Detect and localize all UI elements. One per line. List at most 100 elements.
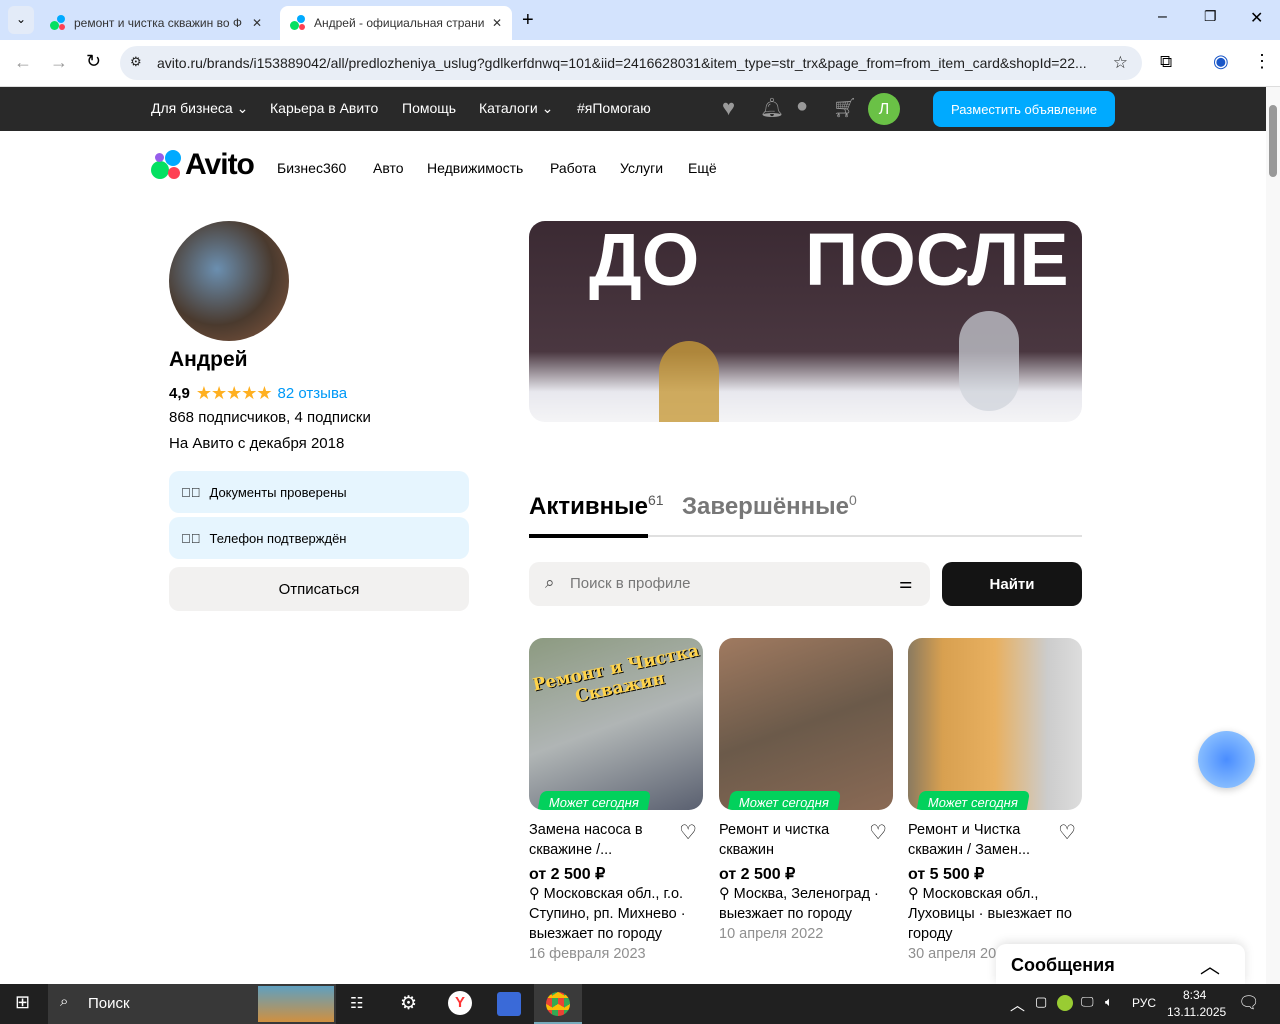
available-today-badge: Может сегодня — [726, 791, 842, 810]
tray-chevron-icon[interactable]: ︿ — [1010, 994, 1025, 1015]
listing-price: от 5 500 ₽ — [908, 866, 985, 883]
listing-title[interactable]: Замена насоса в скважине /... — [529, 820, 669, 860]
tab-list-button[interactable]: ⌄ — [8, 6, 34, 34]
dirty-water-image — [659, 341, 719, 422]
url-text: avito.ru/brands/i153889042/all/predlozhe… — [157, 55, 1087, 71]
tab-active[interactable]: Активные61 — [529, 492, 664, 521]
listing-card[interactable]: Может сегодня ♡ Ремонт и Чистка скважин … — [908, 638, 1082, 964]
close-tab-icon[interactable]: ✕ — [492, 16, 502, 30]
chrome-icon — [546, 992, 570, 1016]
listing-card[interactable]: Может сегодня ♡ Ремонт и чистка скважин … — [719, 638, 893, 944]
messages-label: Сообщения — [1011, 955, 1115, 975]
assistant-button[interactable] — [1198, 731, 1255, 788]
messages-icon[interactable]: ● — [796, 95, 808, 118]
listing-title[interactable]: Ремонт и Чистка скважин / Замен... — [908, 820, 1048, 860]
forward-icon[interactable]: → — [50, 52, 68, 73]
check-circle-icon: ✓⃝ — [181, 530, 201, 546]
scrollbar-thumb[interactable] — [1269, 105, 1277, 177]
menu-icon[interactable]: ⋮ — [1253, 51, 1271, 72]
profile-icon[interactable]: ◉ — [1213, 51, 1229, 72]
notifications-icon[interactable]: 🗨︎ — [1238, 993, 1260, 1013]
post-ad-button[interactable]: Разместить объявление — [933, 91, 1115, 127]
settings-icon[interactable]: ⚙ — [400, 992, 417, 1015]
listing-location: ⚲ Москва, Зеленоград · выезжает по город… — [719, 886, 879, 922]
category-realty[interactable]: Недвижимость — [427, 160, 523, 176]
clock-time[interactable]: 8:34 — [1183, 988, 1206, 1002]
listing-image[interactable]: Может сегодня — [719, 638, 893, 810]
tab-bar: ⌄ ремонт и чистка скважин во Ф ✕ Андрей … — [0, 0, 1280, 40]
listing-title[interactable]: Ремонт и чистка скважин — [719, 820, 859, 860]
tab-search[interactable]: ремонт и чистка скважин во Ф ✕ — [40, 6, 274, 40]
nav-career[interactable]: Карьера в Авито — [270, 100, 378, 116]
bookmark-star-icon[interactable]: ☆ — [1113, 53, 1128, 73]
listing-card[interactable]: Ремонт и Чистка Скважин Может сегодня ♡ … — [529, 638, 703, 964]
reload-icon[interactable]: ↻ — [86, 51, 101, 72]
notifications-bell-icon[interactable]: 🔔︎ — [760, 96, 784, 120]
chrome-taskbar-button[interactable] — [534, 984, 582, 1024]
volume-icon[interactable]: 🔈︎ — [1105, 994, 1113, 1010]
taskbar-search[interactable]: ⌕ Поиск — [48, 984, 336, 1024]
banner-after-text: ПОСЛЕ — [805, 221, 1069, 301]
nav-help[interactable]: Помощь — [402, 100, 456, 116]
subscribers-text: 868 подписчиков, 4 подписки — [169, 409, 371, 426]
avito-logo[interactable]: Avito — [151, 148, 255, 182]
tab-profile[interactable]: Андрей - официальная страни ✕ — [280, 6, 512, 40]
favorite-heart-icon[interactable]: ♡ — [869, 820, 887, 845]
extensions-icon[interactable]: ⧉ — [1160, 52, 1172, 72]
profile-search-input[interactable]: ⌕ Поиск в профиле ⚌ — [529, 562, 930, 606]
category-business360[interactable]: Бизнес360 — [277, 160, 346, 176]
user-avatar[interactable]: Л — [868, 93, 900, 125]
search-button[interactable]: Найти — [942, 562, 1082, 606]
camera-icon[interactable]: ▢ — [1035, 994, 1047, 1010]
search-highlight-image — [258, 986, 334, 1022]
documents-verified: ✓⃝ Документы проверены — [169, 471, 469, 513]
taskbar-search-label: Поиск — [88, 995, 130, 1012]
close-tab-icon[interactable]: ✕ — [252, 16, 262, 30]
nav-catalogs[interactable]: Каталоги ⌄ — [479, 100, 553, 117]
listing-image[interactable]: Ремонт и Чистка Скважин Может сегодня — [529, 638, 703, 810]
chevron-up-icon[interactable]: ︿ — [1200, 950, 1220, 979]
category-jobs[interactable]: Работа — [550, 160, 596, 176]
close-window-icon[interactable]: ✕ — [1250, 8, 1263, 28]
restore-icon[interactable]: ❐ — [1204, 8, 1217, 25]
minimize-icon[interactable]: – — [1158, 8, 1167, 26]
logo-text: Avito — [185, 148, 255, 181]
category-services[interactable]: Услуги — [620, 160, 663, 176]
listing-price: от 2 500 ₽ — [719, 866, 796, 883]
favorites-heart-icon[interactable]: ♥ — [722, 95, 735, 121]
member-since: На Авито с декабря 2018 — [169, 435, 345, 452]
messages-panel[interactable]: Сообщения ︿ — [996, 944, 1245, 984]
search-placeholder: Поиск в профиле — [570, 575, 691, 592]
nav-ya-pomogayu[interactable]: #яПомогаю — [577, 100, 651, 116]
listing-location: ⚲ Московская обл., г.о. Ступино, рп. Мих… — [529, 886, 686, 942]
filter-icon[interactable]: ⚌ — [899, 574, 912, 592]
rating-row: 4,9 ★★★★★ 82 отзыва — [169, 383, 347, 404]
site-info-icon[interactable]: ⚙ — [130, 54, 142, 70]
new-tab-icon[interactable]: + — [522, 9, 534, 32]
task-view-icon[interactable]: ☷ — [350, 994, 363, 1012]
category-auto[interactable]: Авто — [373, 160, 404, 176]
app-icon[interactable] — [497, 992, 521, 1016]
yandex-browser-icon[interactable]: Y — [448, 991, 472, 1015]
scrollbar[interactable] — [1266, 87, 1280, 984]
tray-app-icon[interactable] — [1057, 995, 1073, 1011]
nav-business[interactable]: Для бизнеса ⌄ — [151, 100, 248, 117]
back-icon[interactable]: ← — [14, 52, 32, 73]
tab-finished[interactable]: Завершённые0 — [682, 492, 857, 521]
check-label: Телефон подтверждён — [209, 530, 347, 546]
favorite-heart-icon[interactable]: ♡ — [679, 820, 697, 845]
listing-date: 10 апреля 2022 — [719, 926, 824, 942]
search-icon: ⌕ — [60, 993, 69, 1010]
url-field[interactable]: ⚙ avito.ru/brands/i153889042/all/predloz… — [120, 46, 1142, 80]
clock-date[interactable]: 13.11.2025 — [1167, 1005, 1226, 1019]
network-icon[interactable]: 🖵︎ — [1081, 994, 1094, 1010]
taskbar: ⊞ ⌕ Поиск ☷ ⚙ Y ︿ ▢ 🖵︎ 🔈︎ РУС 8:34 13.11… — [0, 984, 1280, 1024]
language-indicator[interactable]: РУС — [1132, 996, 1156, 1010]
windows-start-icon[interactable]: ⊞ — [15, 992, 30, 1013]
cart-icon[interactable]: 🛒︎ — [833, 96, 857, 120]
listing-image[interactable]: Может сегодня — [908, 638, 1082, 810]
category-more[interactable]: Ещё — [688, 160, 717, 176]
unsubscribe-button[interactable]: Отписаться — [169, 567, 469, 611]
reviews-link[interactable]: 82 отзыва — [278, 385, 348, 402]
favorite-heart-icon[interactable]: ♡ — [1058, 820, 1076, 845]
